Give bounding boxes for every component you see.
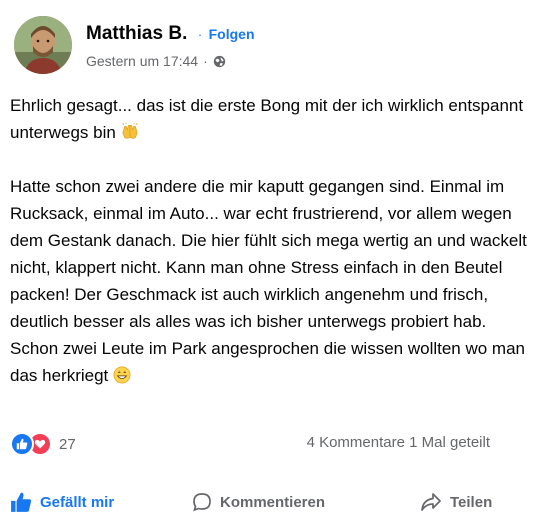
post-paragraph: Hatte schon zwei andere die mir kaputt g… bbox=[10, 173, 530, 389]
raising-hands-icon bbox=[121, 122, 139, 140]
comment-button[interactable]: Kommentieren bbox=[192, 482, 325, 522]
like-button[interactable]: Gefällt mir bbox=[10, 482, 114, 522]
follow-button[interactable]: Folgen bbox=[209, 26, 255, 42]
share-label: Teilen bbox=[450, 493, 493, 511]
share-icon bbox=[421, 493, 441, 511]
meta-separator: · bbox=[203, 53, 208, 69]
post-stats: 27 4 Kommentare 1 Mal geteilt bbox=[10, 430, 530, 456]
comment-label: Kommentieren bbox=[220, 493, 326, 511]
post-paragraph: Ehrlich gesagt... das ist die erste Bong… bbox=[10, 92, 530, 146]
globe-icon[interactable] bbox=[213, 55, 226, 68]
reaction-summary[interactable]: 27 bbox=[10, 432, 76, 456]
author-row: Matthias B. · Folgen bbox=[86, 23, 255, 45]
action-bar: Gefällt mir Kommentieren Teilen bbox=[0, 482, 540, 522]
post-paragraph-text: Ehrlich gesagt... das ist die erste Bong… bbox=[10, 96, 524, 142]
post-paragraph-text: Hatte schon zwei andere die mir kaputt g… bbox=[10, 177, 527, 385]
comment-icon bbox=[193, 493, 211, 512]
like-label: Gefällt mir bbox=[40, 493, 115, 511]
grinning-face-icon bbox=[113, 365, 131, 384]
post-meta: Gestern um 17:44 · bbox=[86, 53, 226, 69]
reaction-count: 27 bbox=[59, 435, 76, 453]
thumbs-up-icon bbox=[11, 492, 32, 512]
share-button[interactable]: Teilen bbox=[420, 482, 492, 522]
post-body: Ehrlich gesagt... das ist die erste Bong… bbox=[10, 92, 530, 389]
author-name[interactable]: Matthias B. bbox=[86, 23, 187, 44]
engagement-stats: 4 Kommentare 1 Mal geteilt bbox=[307, 434, 490, 451]
like-icon bbox=[10, 432, 34, 456]
shares-count[interactable]: 1 Mal geteilt bbox=[409, 434, 490, 451]
comments-count[interactable]: 4 Kommentare bbox=[307, 434, 405, 451]
post-timestamp[interactable]: Gestern um 17:44 bbox=[86, 53, 198, 69]
post-header: Matthias B. · Folgen Gestern um 17:44 · bbox=[14, 16, 526, 78]
avatar[interactable] bbox=[14, 16, 72, 74]
separator-dot: · bbox=[197, 27, 203, 42]
